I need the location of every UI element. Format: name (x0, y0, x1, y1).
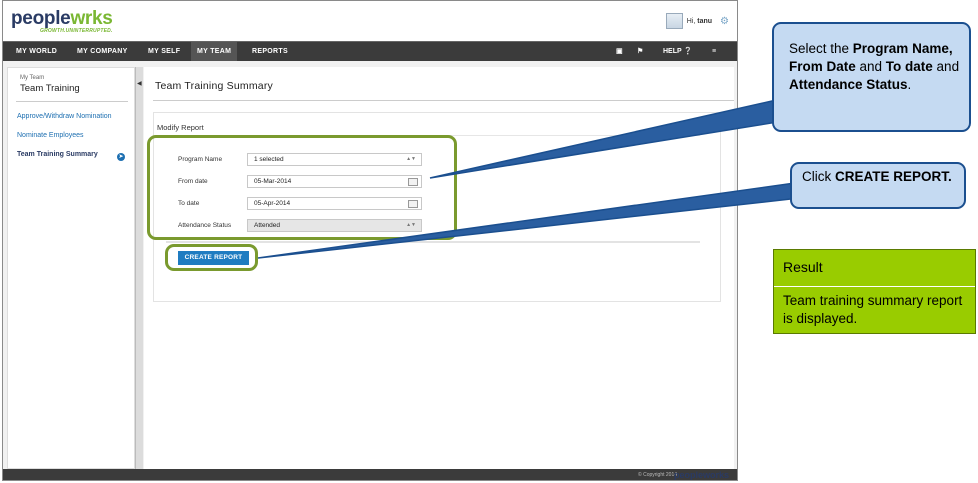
footer-logo-text: peopleworks (673, 470, 729, 480)
logo-part-4: rks (84, 8, 113, 29)
help-button[interactable]: HELP ❔ (663, 42, 692, 61)
nav-my-company[interactable]: MY COMPANY (71, 42, 134, 61)
sitemap-icon[interactable]: ≡ (712, 42, 716, 61)
logo-part-2: ople (32, 8, 71, 29)
footer: © Copyright 2014 peopleworks (3, 469, 737, 480)
sidebar-item-nominate[interactable]: Nominate Employees (17, 132, 84, 139)
sidebar-item-approve-withdraw[interactable]: Approve/Withdraw Nomination (17, 113, 112, 120)
logo-part-3: w (70, 8, 85, 29)
sidebar-divider (16, 101, 128, 102)
callout-1-text-4: . (907, 77, 912, 92)
footer-logo: peopleworks (674, 470, 729, 480)
callout-2-text-1: Click (802, 169, 835, 184)
arrow-right-icon: ➤ (117, 153, 125, 161)
result-heading: Result (774, 250, 975, 287)
nav-reports[interactable]: REPORTS (246, 42, 294, 61)
book-icon[interactable]: ▣ (616, 42, 623, 61)
title-divider (153, 100, 734, 101)
callout-1-text-2: and (855, 59, 886, 74)
callout-1-text-3: and (932, 59, 960, 74)
button-highlight (165, 244, 258, 271)
callout-create-report: Click CREATE REPORT. (790, 162, 966, 209)
callout-2-bold-1: CREATE REPORT. (835, 169, 952, 184)
callout-1-bold-3: Attendance Status (789, 77, 908, 92)
form-divider (166, 241, 700, 243)
section-label: Modify Report (157, 123, 204, 132)
peopleworks-logo[interactable]: peoplewrks GROWTH.UNINTERRUPTED. (11, 8, 113, 34)
callout-1-text-1: Select the (789, 41, 853, 56)
sidebar-subtitle: My Team (20, 75, 45, 81)
flag-icon[interactable]: ⚑ (637, 42, 643, 61)
user-greeting: Hi, tanu (687, 18, 712, 25)
nav-my-team[interactable]: MY TEAM (191, 42, 238, 61)
main-nav: MY WORLD MY COMPANY MY SELF MY TEAM REPO… (3, 41, 737, 61)
result-box: Result Team training summary report is d… (773, 249, 976, 334)
result-text: Team training summary report is displaye… (783, 293, 963, 326)
callout-1-bold-2: To date (885, 59, 933, 74)
chevron-left-icon: ◀ (137, 81, 142, 87)
page-title: Team Training Summary (155, 80, 273, 92)
header: peoplewrks GROWTH.UNINTERRUPTED. Hi, tan… (3, 1, 737, 41)
sidebar-title: Team Training (20, 83, 80, 94)
gear-icon[interactable]: ⚙ (720, 16, 729, 27)
greeting-prefix: Hi, (686, 17, 696, 25)
logo-part-1: pe (11, 8, 33, 29)
sidebar-item-team-training-summary[interactable]: Team Training Summary (17, 151, 98, 158)
copyright-text: © Copyright 2014 (638, 472, 677, 478)
help-label: HELP (663, 48, 682, 55)
nav-my-world[interactable]: MY WORLD (10, 42, 63, 61)
user-name: tanu (697, 17, 713, 25)
form-highlight (147, 135, 457, 240)
nav-my-self[interactable]: MY SELF (142, 42, 186, 61)
sidebar-collapse-handle[interactable]: ◀ (135, 67, 143, 469)
user-area: Hi, tanu ⚙ (665, 13, 729, 29)
sidebar: My Team Team Training Approve/Withdraw N… (7, 67, 135, 469)
question-icon: ❔ (683, 48, 693, 55)
app-window: peoplewrks GROWTH.UNINTERRUPTED. Hi, tan… (2, 0, 738, 481)
avatar[interactable] (665, 13, 683, 29)
callout-select-fields: Select the Program Name, From Date and T… (772, 22, 971, 132)
